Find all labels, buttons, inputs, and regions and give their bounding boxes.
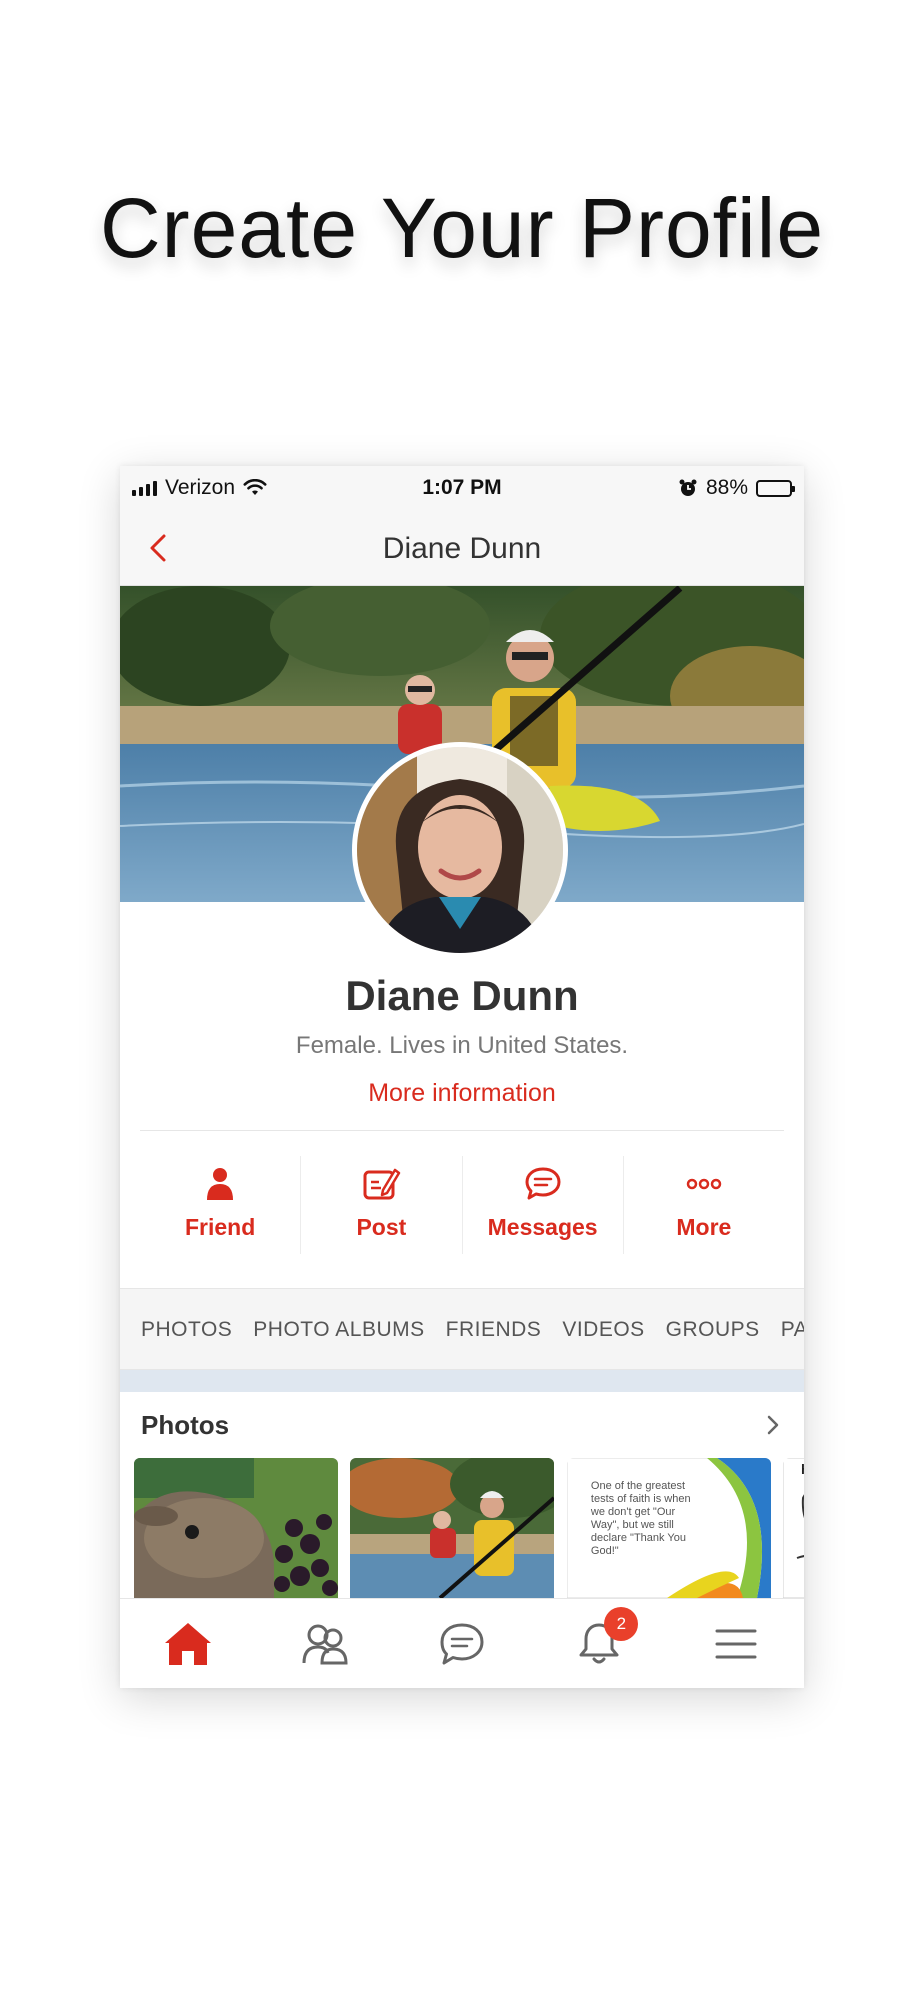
home-tab[interactable] <box>120 1599 257 1688</box>
tab-photos[interactable]: PHOTOS <box>141 1289 232 1369</box>
photo-thumbnail-quote[interactable]: One of the greatest tests of faith is wh… <box>566 1458 771 1598</box>
menu-icon <box>715 1629 757 1658</box>
battery-icon <box>756 479 795 497</box>
post-label: Post <box>356 1214 407 1240</box>
messages-button[interactable]: Messages <box>463 1156 624 1254</box>
photo-thumbnail[interactable] <box>350 1458 555 1598</box>
svg-text:h: h <box>801 1461 804 1477</box>
navigation-bar: Diane Dunn <box>120 510 804 586</box>
friends-tab[interactable] <box>257 1599 394 1688</box>
messages-label: Messages <box>487 1214 598 1240</box>
post-button[interactable]: Post <box>301 1156 463 1254</box>
bottom-tab-bar: 2 <box>120 1598 804 1688</box>
divider <box>140 1130 784 1131</box>
nav-title: Diane Dunn <box>382 532 542 565</box>
more-dots-icon <box>686 1178 722 1190</box>
tab-videos[interactable]: VIDEOS <box>562 1289 644 1369</box>
friends-icon <box>302 1624 348 1664</box>
profile-details: Female. Lives in United States. <box>295 1032 629 1059</box>
headline: Create Your Profile <box>99 181 825 275</box>
friend-button[interactable]: Friend <box>140 1156 302 1254</box>
friend-label: Friend <box>184 1214 256 1240</box>
compose-icon <box>363 1168 401 1200</box>
battery-percent: 88% <box>705 476 748 499</box>
menu-tab[interactable] <box>667 1599 804 1688</box>
photos-strip: One of the greatest tests of faith is wh… <box>134 1458 804 1598</box>
tab-pages[interactable]: PA <box>781 1289 804 1369</box>
quote-text: One of the greatest tests of faith is wh… <box>590 1480 691 1557</box>
profile-tabs: PHOTOS PHOTO ALBUMS FRIENDSVIDEOS GROUPS PA <box>120 1288 804 1370</box>
alarm-icon <box>679 479 697 496</box>
more-label: More <box>676 1214 732 1240</box>
chevron-right-icon[interactable] <box>760 1412 786 1438</box>
profile-actions: Friend Post Messages More <box>140 1156 784 1254</box>
notification-badge: 2 <box>604 1607 639 1641</box>
photos-header[interactable]: Photos <box>120 1392 804 1458</box>
status-bar: Verizon 1:07 PM 88% <box>120 466 804 510</box>
tab-friends[interactable]: FRIENDS <box>446 1289 542 1369</box>
messages-icon <box>440 1623 484 1664</box>
photo-thumbnail[interactable]: h <box>783 1458 804 1598</box>
more-information-link[interactable]: More information <box>120 1079 804 1108</box>
tab-photo-albums[interactable]: PHOTO ALBUMS <box>253 1289 424 1369</box>
messages-tab[interactable] <box>394 1599 531 1688</box>
profile-avatar[interactable] <box>352 742 568 958</box>
more-button[interactable]: More <box>624 1156 784 1254</box>
section-separator <box>120 1370 804 1392</box>
chat-bubble-icon <box>525 1167 561 1200</box>
tab-groups[interactable]: GROUPS <box>666 1289 760 1369</box>
photo-thumbnail[interactable] <box>134 1458 338 1598</box>
phone-screen: Verizon 1:07 PM 88% Diane Dunn Diane Dun… <box>120 466 804 1688</box>
notifications-tab[interactable]: 2 <box>530 1599 667 1688</box>
photos-title: Photos <box>141 1410 230 1440</box>
home-icon <box>165 1622 212 1665</box>
person-icon <box>207 1168 234 1200</box>
profile-name: Diane Dunn <box>345 972 579 1019</box>
